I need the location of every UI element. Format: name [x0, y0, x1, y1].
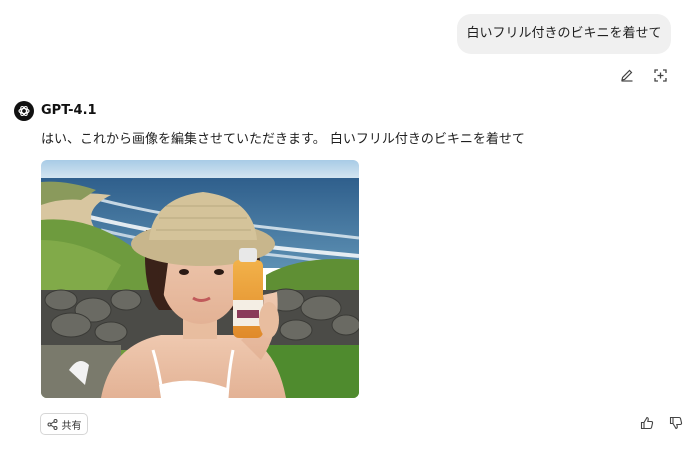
thumbs-up-icon: [640, 416, 654, 430]
user-message-text: 白いフリル付きのビキニを着せて: [466, 26, 662, 41]
generated-image[interactable]: [41, 160, 359, 398]
thumbs-down-icon: [669, 416, 683, 430]
openai-logo-icon: [18, 105, 30, 117]
dislike-button[interactable]: [667, 414, 685, 432]
edit-image-button[interactable]: [651, 66, 669, 84]
share-icon: [47, 418, 57, 430]
edit-image-icon: [653, 68, 667, 82]
assistant-avatar: [14, 101, 34, 121]
assistant-message-text: はい、これから画像を編集させていただきます。 白いフリル付きのビキニを着せて: [41, 132, 525, 147]
share-button[interactable]: 共有: [40, 413, 88, 435]
like-button[interactable]: [638, 414, 656, 432]
pencil-icon: [621, 69, 633, 82]
photo-illustration: [41, 160, 359, 398]
share-button-label: 共有: [61, 420, 82, 432]
user-message-bubble: 白いフリル付きのビキニを着せて: [457, 14, 671, 54]
edit-message-button[interactable]: [618, 66, 636, 84]
model-name: GPT-4.1: [41, 103, 97, 118]
